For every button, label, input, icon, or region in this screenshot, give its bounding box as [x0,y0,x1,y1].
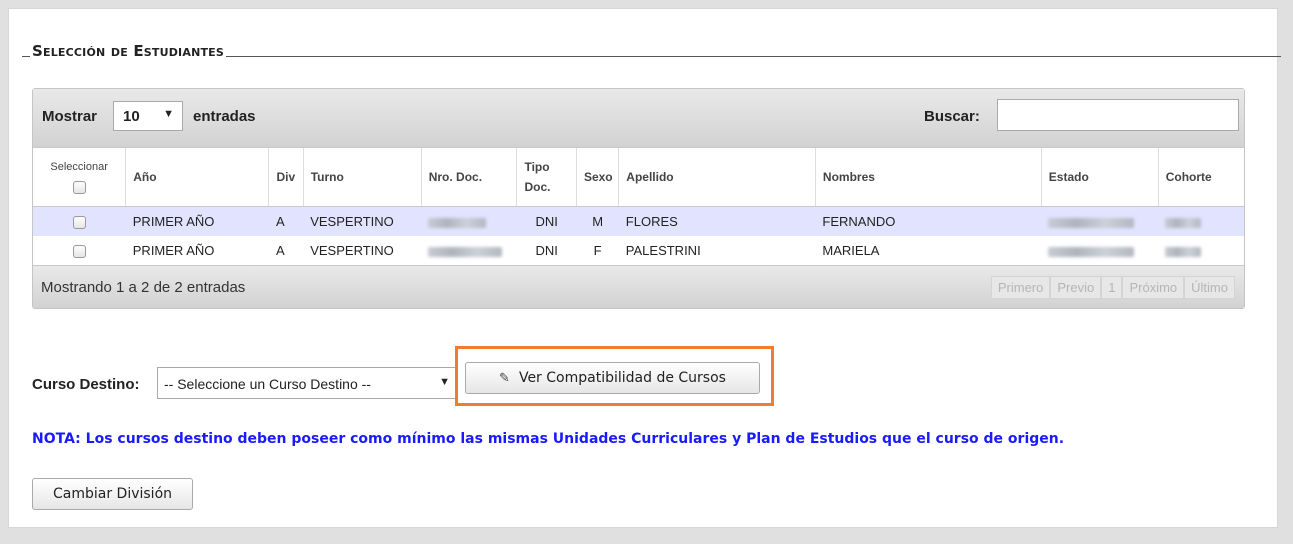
edit-icon: ✎ [499,370,510,386]
change-division-label: Cambiar División [52,486,173,502]
col-label-seleccionar: Seleccionar [50,161,108,173]
col-header-estado[interactable]: Estado [1041,148,1159,207]
col-header-div[interactable]: Div [268,148,304,207]
col-header-anio[interactable]: Año [125,148,270,207]
note-text: NOTA: Los cursos destino deben poseer co… [32,431,1065,447]
pagination-last[interactable]: Último [1184,276,1235,299]
entries-label: entradas [193,108,256,125]
table-header-row: Seleccionar Año Div Turno Nro. Doc. Tipo… [33,148,1244,207]
row-checkbox[interactable] [72,216,86,230]
compatibility-button-label: Ver Compatibilidad de Cursos [518,370,726,386]
pagination-page[interactable]: 1 [1101,276,1123,299]
section-title: Selección de Estudiantes [30,42,227,60]
table-footer: Mostrando 1 a 2 de 2 entradas Primero Pr… [33,265,1244,308]
cell-apellido: FLORES [618,206,816,236]
redacted-estado [1048,246,1135,257]
cell-estado [1041,236,1159,265]
table-row[interactable]: PRIMER AÑO A VESPERTINO DNI M FLORES FER… [33,206,1244,236]
cell-sexo: F [576,236,619,265]
search-input[interactable] [997,99,1239,131]
chevron-down-icon: ▼ [163,108,174,120]
cell-tipo-doc: DNI [516,206,577,236]
row-select-cell [33,206,126,236]
change-division-button[interactable]: Cambiar División [32,478,193,510]
destination-course-select[interactable]: -- Seleccione un Curso Destino -- ▼ [157,367,457,399]
cell-turno: VESPERTINO [303,206,422,236]
show-label: Mostrar [42,108,98,125]
redacted-doc-number [428,217,487,228]
col-header-sexo[interactable]: Sexo [576,148,620,207]
cell-estado [1041,206,1159,236]
cell-div: A [268,236,304,265]
redacted-estado [1048,217,1135,228]
chevron-down-icon: ▼ [439,376,450,388]
table-toolbar: Mostrar 10 ▼ entradas Buscar: [33,89,1244,148]
col-header-apellido[interactable]: Apellido [618,148,816,207]
cell-nombres: MARIELA [815,236,1042,265]
col-header-seleccionar: Seleccionar [33,148,127,207]
table-row[interactable]: PRIMER AÑO A VESPERTINO DNI F PALESTRINI… [33,236,1244,265]
col-header-turno[interactable]: Turno [303,148,422,207]
table-info: Mostrando 1 a 2 de 2 entradas [41,279,246,296]
cell-nro-doc [421,236,517,265]
row-checkbox[interactable] [72,245,86,259]
col-header-cohorte[interactable]: Cohorte [1158,148,1244,207]
redacted-doc-number [428,246,503,257]
pagination-first[interactable]: Primero [990,276,1051,299]
page-size-select[interactable]: 10 ▼ [113,101,183,131]
cell-anio: PRIMER AÑO [125,236,269,265]
col-header-nro-doc[interactable]: Nro. Doc. [421,148,518,207]
col-header-nombres[interactable]: Nombres [815,148,1042,207]
page-size-value: 10 [123,108,140,125]
cell-turno: VESPERTINO [303,236,422,265]
pagination-next[interactable]: Próximo [1122,276,1185,299]
col-label-doc: Doc. [524,180,551,194]
destination-label: Curso Destino: [32,376,140,393]
cell-cohorte [1158,236,1244,265]
search-label: Buscar: [924,108,980,125]
pagination: Primero Previo 1 Próximo Último [990,276,1235,299]
cell-tipo-doc: DNI [516,236,577,265]
col-header-tipo-doc[interactable]: Tipo Doc. [516,148,577,207]
select-all-checkbox[interactable] [72,180,86,194]
cell-sexo: M [576,206,619,236]
destination-selected-value: -- Seleccione un Curso Destino -- [164,376,371,392]
row-select-cell [33,236,126,265]
redacted-cohorte [1165,246,1202,257]
pagination-previous[interactable]: Previo [1050,276,1102,299]
cell-nro-doc [421,206,517,236]
cell-anio: PRIMER AÑO [125,206,269,236]
cell-apellido: PALESTRINI [618,236,816,265]
compatibility-button[interactable]: ✎ Ver Compatibilidad de Cursos [465,362,760,394]
redacted-cohorte [1165,217,1202,228]
students-table: Seleccionar Año Div Turno Nro. Doc. Tipo… [33,148,1244,265]
col-label-tipo: Tipo [524,160,550,174]
cell-cohorte [1158,206,1244,236]
cell-nombres: FERNANDO [815,206,1042,236]
students-table-wrapper: Mostrar 10 ▼ entradas Buscar: Selecciona… [32,88,1245,309]
cell-div: A [268,206,304,236]
